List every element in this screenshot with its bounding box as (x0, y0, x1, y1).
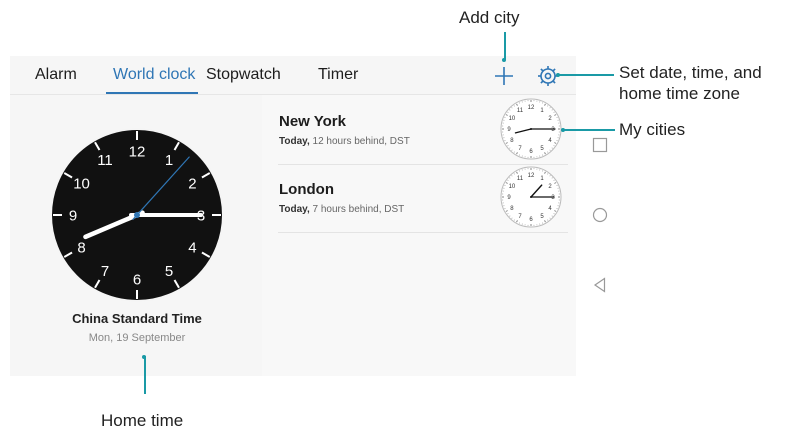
annotation-add-city: Add city (459, 8, 520, 27)
back-triangle-icon[interactable] (591, 276, 609, 294)
clock-numeral: 12 (528, 105, 535, 111)
leader-dot (561, 127, 565, 132)
clock-numeral: 6 (133, 271, 141, 288)
recent-apps-square-icon[interactable] (591, 136, 609, 154)
leader-dot (556, 72, 560, 77)
tab-world-clock[interactable]: World clock (113, 66, 195, 84)
list-divider (278, 232, 568, 233)
clock-center (530, 128, 532, 130)
clock-numeral: 11 (517, 176, 524, 182)
world-clock-screenshot: Alarm World clock Stopwatch Timer 121234… (0, 0, 801, 434)
clock-numeral: 11 (97, 152, 113, 169)
clock-numeral: 2 (188, 175, 196, 192)
clock-center (530, 196, 532, 198)
clock-numeral: 1 (165, 152, 173, 169)
tab-timer[interactable]: Timer (318, 66, 358, 84)
city-name: New York (279, 113, 346, 130)
plus-icon[interactable] (490, 62, 518, 90)
leader-line (563, 129, 615, 131)
leader-dot (142, 355, 146, 359)
city-offset-info: Today, 7 hours behind, DST (279, 204, 404, 215)
clock-numeral: 12 (528, 173, 535, 179)
clock-numeral: 10 (73, 175, 90, 192)
city-name: London (279, 181, 334, 198)
tab-alarm[interactable]: Alarm (35, 66, 77, 84)
city-offset: 12 hours behind, DST (312, 136, 410, 147)
clock-numeral: 11 (517, 108, 524, 114)
clock-numeral: 4 (188, 239, 196, 256)
clock-numeral: 5 (165, 263, 173, 280)
home-circle-icon[interactable] (591, 206, 609, 224)
annotation-home-time: Home time (101, 411, 184, 430)
leader-dot (502, 58, 506, 62)
city-clock-icon: 12 1234567891011 (500, 98, 562, 160)
home-date-label: Mon, 19 September (88, 332, 186, 344)
city-day: Today, (279, 204, 310, 215)
clock-center (134, 212, 140, 218)
clock-numeral: 7 (101, 263, 109, 280)
active-tab-indicator (106, 92, 198, 94)
clock-numeral: 10 (509, 116, 516, 122)
tab-stopwatch[interactable]: Stopwatch (206, 66, 281, 84)
home-time-zone-label: China Standard Time (72, 311, 202, 326)
annotation-set-date-line1: Set date, time, and (619, 63, 762, 82)
leader-line (144, 356, 146, 394)
city-offset: 7 hours behind, DST (312, 204, 405, 215)
city-offset-info: Today, 12 hours behind, DST (279, 136, 410, 147)
annotation-set-date-line2: home time zone (619, 84, 740, 103)
city-clock-icon: 12 1234567891011 (500, 166, 562, 228)
clock-numeral: 8 (77, 239, 85, 256)
clock-numeral: 12 (129, 143, 146, 160)
clock-numeral: 10 (509, 184, 516, 190)
list-divider (278, 164, 568, 165)
leader-line (504, 32, 506, 60)
leader-line (558, 74, 614, 76)
annotation-my-cities: My cities (619, 120, 686, 139)
home-clock-face: 121234567891011 (50, 128, 224, 302)
city-day: Today, (279, 136, 310, 147)
clock-numeral: 9 (69, 207, 77, 224)
